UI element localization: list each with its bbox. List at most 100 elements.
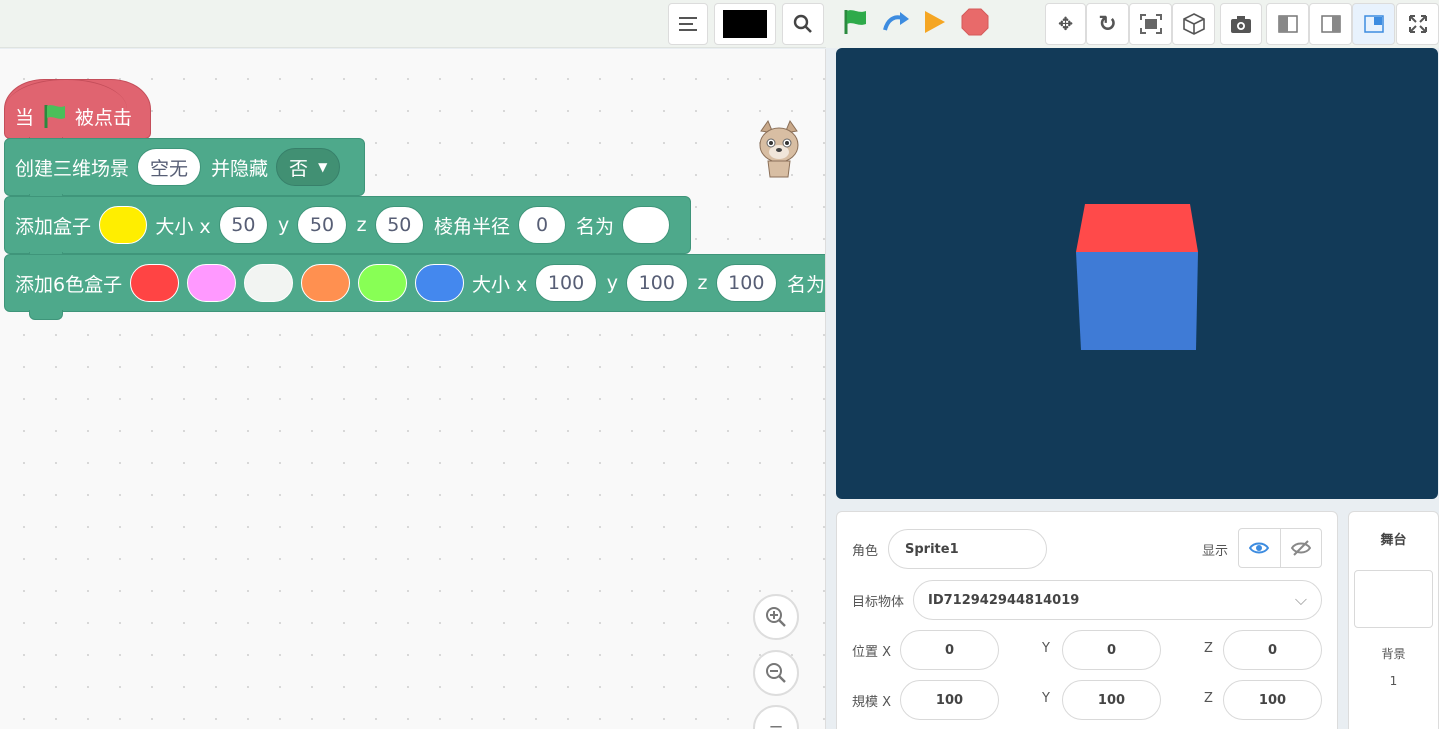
zoom-in-button[interactable] [753, 594, 799, 640]
stage-title: 舞台 [1380, 533, 1407, 548]
equals-icon: = [768, 717, 784, 729]
size-y-input[interactable]: 50 [297, 206, 347, 244]
align-blocks-button[interactable] [668, 3, 708, 45]
green-flag-icon [44, 105, 66, 128]
zoom-reset-button[interactable]: = [753, 705, 799, 729]
when-flag-clicked-block[interactable]: 当 被点击 [4, 79, 151, 147]
face-color-1-input[interactable] [130, 264, 180, 302]
align-icon [679, 17, 697, 31]
block-text: 创建三维场景 [15, 157, 130, 180]
color-swatch [723, 10, 767, 38]
caret-down-icon: ▼ [318, 160, 328, 174]
zoom-in-icon [766, 607, 786, 627]
block-text: z [356, 214, 367, 236]
play-icon[interactable] [922, 9, 948, 35]
block-text: 添加6色盒子 [15, 273, 123, 296]
block-text: z [697, 272, 708, 294]
backdrop-label: 背景 [1381, 647, 1406, 661]
position-x-input[interactable]: 0 [900, 630, 999, 670]
fullscreen-button[interactable] [1396, 3, 1439, 45]
zoom-out-button[interactable] [753, 650, 799, 696]
face-color-4-input[interactable] [301, 264, 351, 302]
block-text: 大小 x [472, 273, 528, 296]
layout-right-button[interactable] [1309, 3, 1352, 45]
show-button[interactable] [1239, 529, 1281, 567]
face-color-6-input[interactable] [415, 264, 464, 302]
scale-x-label: 規模 X [852, 695, 892, 710]
fit-button[interactable] [1129, 3, 1172, 45]
block-text: y [606, 272, 619, 294]
chevron-down-icon: ⌵ [1294, 590, 1307, 609]
block-notch [29, 310, 63, 320]
position-y-label: Y [1042, 641, 1050, 656]
visibility-toggle [1238, 528, 1322, 568]
hide-dropdown[interactable]: 否 ▼ [276, 148, 341, 186]
eye-off-icon [1290, 540, 1311, 556]
position-z-label: Z [1204, 641, 1213, 656]
block-text: 当 [15, 106, 35, 129]
3d-view-button[interactable] [1172, 3, 1215, 45]
face-color-3-input[interactable] [244, 264, 294, 302]
block-text: 名为 [787, 273, 826, 296]
stop-icon[interactable] [960, 7, 990, 37]
size-y-input[interactable]: 100 [626, 264, 688, 302]
scale-y-input[interactable]: 100 [1062, 680, 1161, 720]
layout-left-icon [1277, 15, 1298, 33]
cube-render [1076, 204, 1198, 350]
add-6color-box-block[interactable]: 添加6色盒子 大小 x 100 y 100 z 100 名为 [4, 254, 826, 320]
layout-small-stage-button[interactable] [1352, 3, 1395, 45]
scale-z-input[interactable]: 100 [1223, 680, 1322, 720]
search-button[interactable] [782, 3, 824, 45]
move-button[interactable]: ✥ [1045, 3, 1086, 45]
editor-toolbar [0, 0, 826, 48]
add-box-block[interactable]: 添加盒子 大小 x 50 y 50 z 50 棱角半径 0 名为 [4, 196, 691, 262]
stage-canvas[interactable] [836, 48, 1438, 499]
stage-thumbnail[interactable] [1354, 570, 1433, 628]
face-color-5-input[interactable] [358, 264, 408, 302]
step-icon[interactable] [882, 10, 910, 34]
size-z-input[interactable]: 50 [374, 206, 424, 244]
code-workspace[interactable]: 当 被点击 创建三维场景 空无 并隐藏 否 ▼ 添加盒子 大小 x 50 y 5… [0, 49, 826, 729]
create-3d-scene-block[interactable]: 创建三维场景 空无 并隐藏 否 ▼ [4, 138, 365, 204]
size-x-input[interactable]: 100 [535, 264, 597, 302]
box-color-input[interactable] [99, 206, 148, 244]
layout-small-stage-icon [1363, 15, 1384, 33]
size-x-input[interactable]: 50 [218, 206, 269, 244]
search-icon [793, 14, 812, 33]
cube-top-face [1076, 204, 1198, 252]
block-text: 并隐藏 [211, 157, 269, 180]
dropdown-value: 否 [289, 157, 309, 180]
corner-radius-input[interactable]: 0 [517, 206, 566, 244]
camera-button[interactable] [1220, 3, 1262, 45]
hide-button[interactable] [1281, 529, 1322, 567]
block-text: 棱角半径 [433, 215, 510, 238]
box-name-input[interactable] [622, 206, 670, 244]
color-picker-button[interactable] [714, 3, 776, 45]
sprite-thumbnail-icon [759, 119, 799, 178]
size-z-input[interactable]: 100 [715, 264, 778, 302]
cube-front-face [1076, 252, 1198, 350]
scale-x-input[interactable]: 100 [900, 680, 999, 720]
layout-left-button[interactable] [1266, 3, 1309, 45]
stage-selector-panel[interactable]: 舞台 背景 1 [1348, 511, 1439, 729]
eye-icon [1249, 542, 1270, 554]
position-x-label: 位置 X [852, 645, 892, 660]
target-object-select[interactable]: ID712942944814019 ⌵ [913, 580, 1322, 620]
block-text: 大小 x [155, 215, 211, 238]
fit-icon [1139, 14, 1162, 34]
scale-z-label: Z [1204, 691, 1213, 706]
position-z-input[interactable]: 0 [1223, 630, 1322, 670]
cube-icon [1182, 13, 1205, 35]
scene-name-input[interactable]: 空无 [137, 148, 202, 186]
block-text: y [278, 214, 290, 236]
block-text: 被点击 [74, 106, 132, 129]
face-color-2-input[interactable] [187, 264, 237, 302]
target-label: 目标物体 [852, 595, 905, 610]
redo-button[interactable]: ↻ [1086, 3, 1129, 45]
stage-toolbar: ✥ ↻ [826, 0, 1439, 48]
position-y-input[interactable]: 0 [1062, 630, 1161, 670]
sprite-name-input[interactable]: Sprite1 [888, 529, 1047, 569]
sprite-label: 角色 [852, 544, 879, 559]
block-text: 添加盒子 [15, 215, 92, 238]
green-flag-icon[interactable] [842, 8, 870, 36]
